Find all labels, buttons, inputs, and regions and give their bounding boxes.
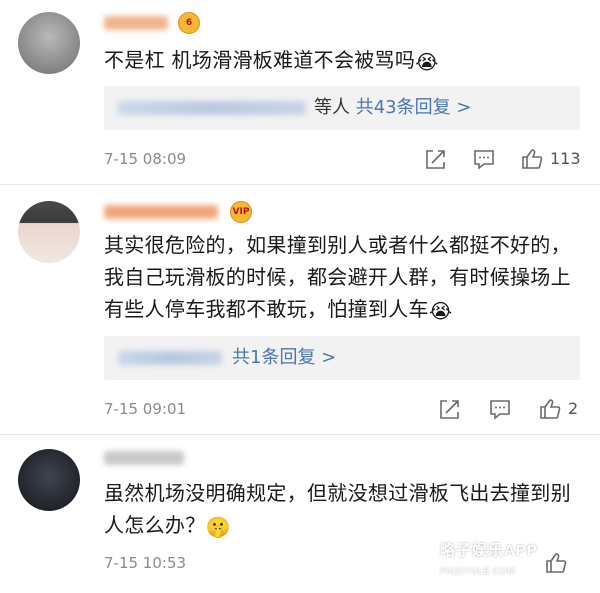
comment-1: 6 不是杠 机场滑滑板难道不会被骂吗😭 等人 共43条回复 > 7-15 08:… [0,0,600,185]
replies-link[interactable]: 共1条回复 > [232,347,336,368]
comment-footer: 7-15 09:01 2 [104,395,584,423]
replies-box[interactable]: 共1条回复 > [104,336,580,380]
share-icon[interactable] [424,147,448,171]
watermark-sub: PAIZIYULE.COM [440,566,516,576]
comment-text-content: 虽然机场没明确规定，但就没想过滑板飞出去撞到别人怎么办？ [104,481,571,537]
username[interactable] [104,447,244,469]
replies-tail: 等人 共43条回复 > [314,96,471,120]
crying-emoji-icon: 😭 [428,299,453,323]
comment-icon[interactable] [488,397,512,421]
like-icon[interactable] [520,147,544,171]
username[interactable]: 6 [104,12,244,34]
blurred-replier-names [118,101,306,115]
vip-badge-icon: VIP [230,201,252,223]
timestamp: 7-15 10:53 [104,554,187,572]
comment-text-content: 其实很危险的，如果撞到别人或者什么都挺不好的，我自己玩滑板的时候，都会避开人群，… [104,233,571,321]
blurred-username [104,16,168,30]
comment-2: VIP 其实很危险的，如果撞到别人或者什么都挺不好的，我自己玩滑板的时候，都会避… [0,185,600,435]
avatar[interactable] [18,449,80,511]
comment-text: 不是杠 机场滑滑板难道不会被骂吗😭 [104,44,584,76]
crying-emoji-icon: 😭 [415,50,439,74]
replies-suffix: 等人 [314,97,350,118]
replies-box[interactable]: 等人 共43条回复 > [104,86,580,130]
blurred-username [104,451,184,465]
comment-icon[interactable] [472,147,496,171]
comment-text: 其实很危险的，如果撞到别人或者什么都挺不好的，我自己玩滑板的时候，都会避开人群，… [104,229,584,325]
timestamp: 7-15 08:09 [104,150,187,168]
replies-link[interactable]: 共43条回复 > [356,97,472,118]
like-count: 113 [550,149,581,168]
blurred-replier-names [118,351,222,365]
shushing-emoji-icon: 🤫 [205,515,231,539]
like-count: 2 [568,399,579,418]
watermark-main: 略子娱乐APP [440,542,538,559]
share-icon[interactable] [438,397,462,421]
verified-badge-icon: 6 [178,12,200,34]
like-icon[interactable] [538,397,562,421]
username[interactable]: VIP [104,201,254,223]
comment-footer: 7-15 08:09 113 [104,145,584,173]
avatar[interactable] [18,12,80,74]
comment-text-content: 不是杠 机场滑滑板难道不会被骂吗 [104,48,416,72]
avatar[interactable] [18,201,80,263]
watermark: 略子娱乐APP PAIZIYULE.COM [440,541,595,581]
comment-text: 虽然机场没明确规定，但就没想过滑板飞出去撞到别人怎么办？🤫 [104,477,584,541]
replies-tail: 共1条回复 > [232,346,336,370]
blurred-username [104,205,218,219]
timestamp: 7-15 09:01 [104,400,187,418]
